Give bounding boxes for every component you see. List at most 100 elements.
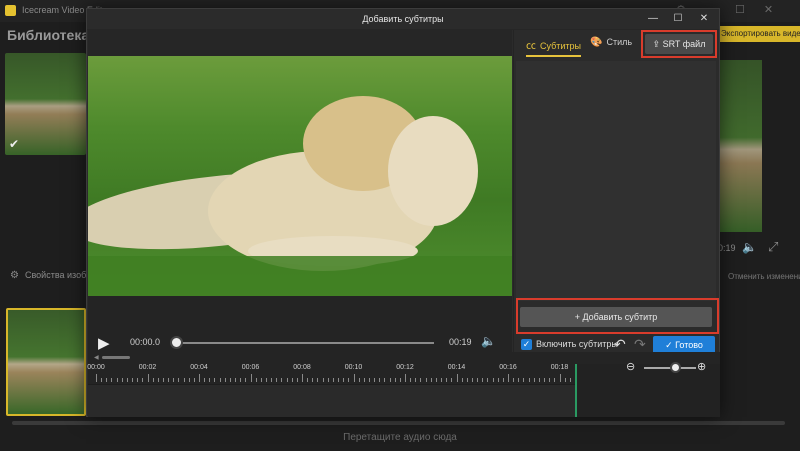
app-logo-icon <box>5 5 16 16</box>
check-icon: ✓ <box>665 340 676 350</box>
audio-track[interactable] <box>12 421 785 425</box>
timeline-tick <box>399 378 401 382</box>
preview-thumbnail <box>720 60 762 232</box>
timeline-tick <box>235 378 237 382</box>
timeline-tick <box>430 378 432 382</box>
timeline: ◀ 00:00 00:02 00:04 00:06 00:08 00:10 00:12 00:… <box>87 352 720 417</box>
timeline-tick <box>116 378 118 382</box>
gear-icon: ⚙ <box>10 270 19 281</box>
undo-icon[interactable]: ↶ <box>614 336 626 353</box>
timeline-tick <box>96 374 97 382</box>
timeline-tick <box>425 378 427 382</box>
timeline-tick <box>374 378 376 382</box>
timeline-tick <box>121 378 123 382</box>
timeline-tick <box>327 378 329 382</box>
video-end-marker <box>575 364 577 417</box>
timeline-tick <box>538 378 540 382</box>
play-icon[interactable]: ▶ <box>98 334 110 352</box>
timeline-tick <box>471 378 473 382</box>
timeline-tick <box>286 378 288 382</box>
timeline-tick <box>317 378 319 382</box>
timeline-tick <box>193 378 195 382</box>
timeline-tick <box>111 378 113 382</box>
zoom-in-icon[interactable]: ⊕ <box>697 360 706 373</box>
timeline-tick <box>466 378 468 382</box>
volume-icon[interactable]: 🔈 <box>742 240 757 254</box>
zoom-out-icon[interactable]: ⊖ <box>626 360 635 373</box>
timeline-tick <box>518 378 520 382</box>
volume-icon[interactable]: 🔈 <box>481 334 496 348</box>
timeline-tick <box>554 378 556 382</box>
audio-drop-hint: Перетащите аудио сюда <box>343 432 457 443</box>
timeline-tick <box>188 378 190 382</box>
seek-bar[interactable] <box>176 342 434 344</box>
apply-label[interactable]: Отменить изменения <box>728 272 800 281</box>
timeline-tick-label: 00:18 <box>550 364 569 371</box>
srt-file-button[interactable]: ⇪ SRT файл <box>645 34 713 54</box>
timeline-tick <box>302 374 303 382</box>
timeline-clip[interactable] <box>6 308 86 416</box>
fullscreen-icon[interactable]: ⤢ <box>768 239 778 255</box>
timeline-tick <box>271 378 273 382</box>
timeline-tick <box>168 378 170 382</box>
timeline-tick <box>147 374 149 382</box>
enable-subtitles-checkbox[interactable]: ✓ <box>521 339 532 350</box>
timeline-tick <box>173 378 175 382</box>
timeline-tick <box>157 378 159 382</box>
subtitle-panel: ㏄ Субтитры 🎨 Стиль ⇪ SRT файл + Добавить с… <box>513 30 719 352</box>
close-icon[interactable]: ✕ <box>694 12 714 26</box>
timeline-tick <box>126 378 128 382</box>
timeline-tick <box>405 374 406 382</box>
timeline-tick <box>456 374 458 382</box>
timeline-scrollbar[interactable] <box>102 356 130 359</box>
timeline-tick <box>229 378 231 382</box>
timeline-tick <box>446 378 448 382</box>
timeline-tick-label: 00:06 <box>241 364 260 371</box>
timeline-tick <box>451 378 453 382</box>
timeline-track[interactable] <box>88 384 576 417</box>
timeline-tick <box>363 378 365 382</box>
timeline-tick <box>528 378 530 382</box>
timeline-tick <box>559 374 561 382</box>
timeline-tick <box>209 378 211 382</box>
timeline-tick <box>260 378 262 382</box>
timeline-tick <box>502 378 504 382</box>
timeline-tick <box>420 378 422 382</box>
export-button[interactable]: Экспортировать видео <box>717 26 800 42</box>
timeline-tick <box>291 378 293 382</box>
tab-subtitles[interactable]: ㏄ Субтитры <box>526 37 582 57</box>
timeline-tick <box>353 374 355 382</box>
check-icon: ✔ <box>9 137 20 151</box>
timeline-tick <box>183 378 185 382</box>
timeline-tick <box>250 374 252 382</box>
timeline-tick <box>394 378 396 382</box>
timeline-tick <box>101 378 103 382</box>
seek-handle[interactable] <box>170 336 183 349</box>
timeline-tick-label: 00:04 <box>190 364 208 371</box>
player-controls: ▶ 00:00.0 00:19 🔈 <box>88 296 512 352</box>
timeline-tick <box>569 378 571 382</box>
timeline-tick <box>343 378 345 382</box>
timeline-tick <box>410 378 412 382</box>
timeline-tick <box>564 378 566 382</box>
timeline-tick <box>322 378 324 382</box>
timeline-tick <box>523 378 525 382</box>
video-preview[interactable] <box>88 56 512 296</box>
redo-icon[interactable]: ↷ <box>634 336 646 353</box>
timeline-tick <box>132 378 134 382</box>
scroll-left-icon[interactable]: ◀ <box>94 354 99 361</box>
timeline-ruler[interactable]: 00:00 00:02 00:04 00:06 00:08 00:10 00:12 00:14… <box>87 364 620 384</box>
total-time: 00:19 <box>449 337 472 347</box>
tab-style[interactable]: 🎨 Стиль <box>590 37 632 48</box>
timeline-tick <box>544 378 546 382</box>
timeline-tick-label: 00:16 <box>499 364 517 371</box>
enable-subtitles-label[interactable]: Включить субтитры <box>536 339 618 349</box>
timeline-tick <box>162 378 164 382</box>
maximize-icon[interactable]: ☐ <box>668 12 688 26</box>
add-subtitle-button[interactable]: + Добавить субтитр <box>520 307 712 327</box>
subtitle-list[interactable] <box>516 61 716 301</box>
timeline-tick-label: 00:10 <box>344 364 363 371</box>
timeline-tick <box>415 378 417 382</box>
timeline-tick <box>265 378 267 382</box>
minimize-icon[interactable]: — <box>643 12 663 26</box>
